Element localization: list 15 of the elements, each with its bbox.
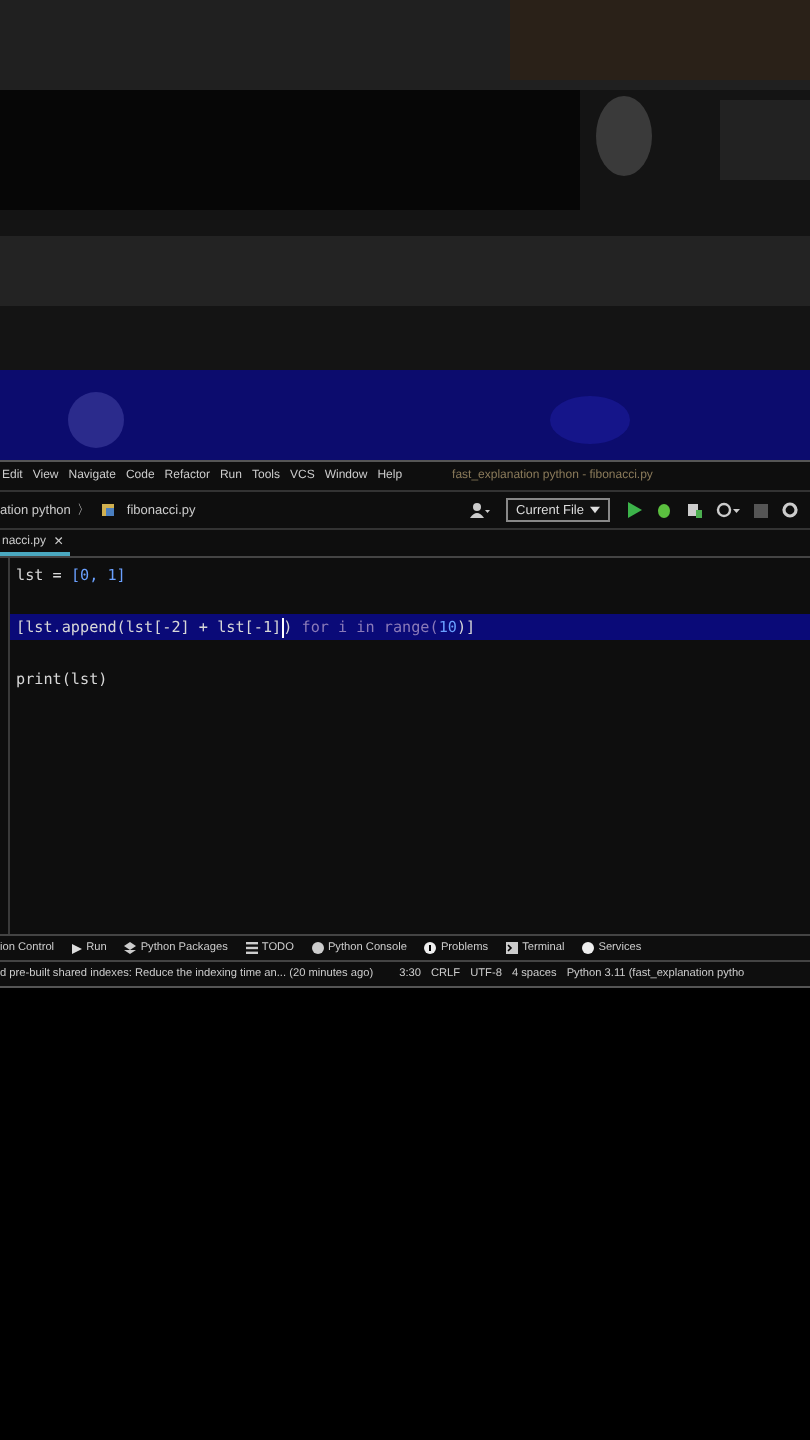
settings-icon[interactable]	[782, 502, 798, 518]
play-icon	[72, 943, 83, 953]
caret-icon	[590, 506, 600, 514]
info-icon	[424, 942, 437, 954]
stop-icon[interactable]	[754, 503, 768, 517]
play-icon[interactable]	[626, 502, 642, 518]
user-icon[interactable]	[470, 502, 491, 518]
bug-icon[interactable]	[656, 502, 672, 518]
coverage-icon[interactable]	[686, 502, 702, 518]
close-icon[interactable]: ×	[54, 532, 64, 550]
file-icon	[100, 502, 117, 518]
profiler-icon[interactable]	[716, 502, 740, 518]
terminal-icon	[506, 942, 519, 954]
layers-icon	[124, 942, 137, 954]
list-icon	[245, 942, 258, 954]
